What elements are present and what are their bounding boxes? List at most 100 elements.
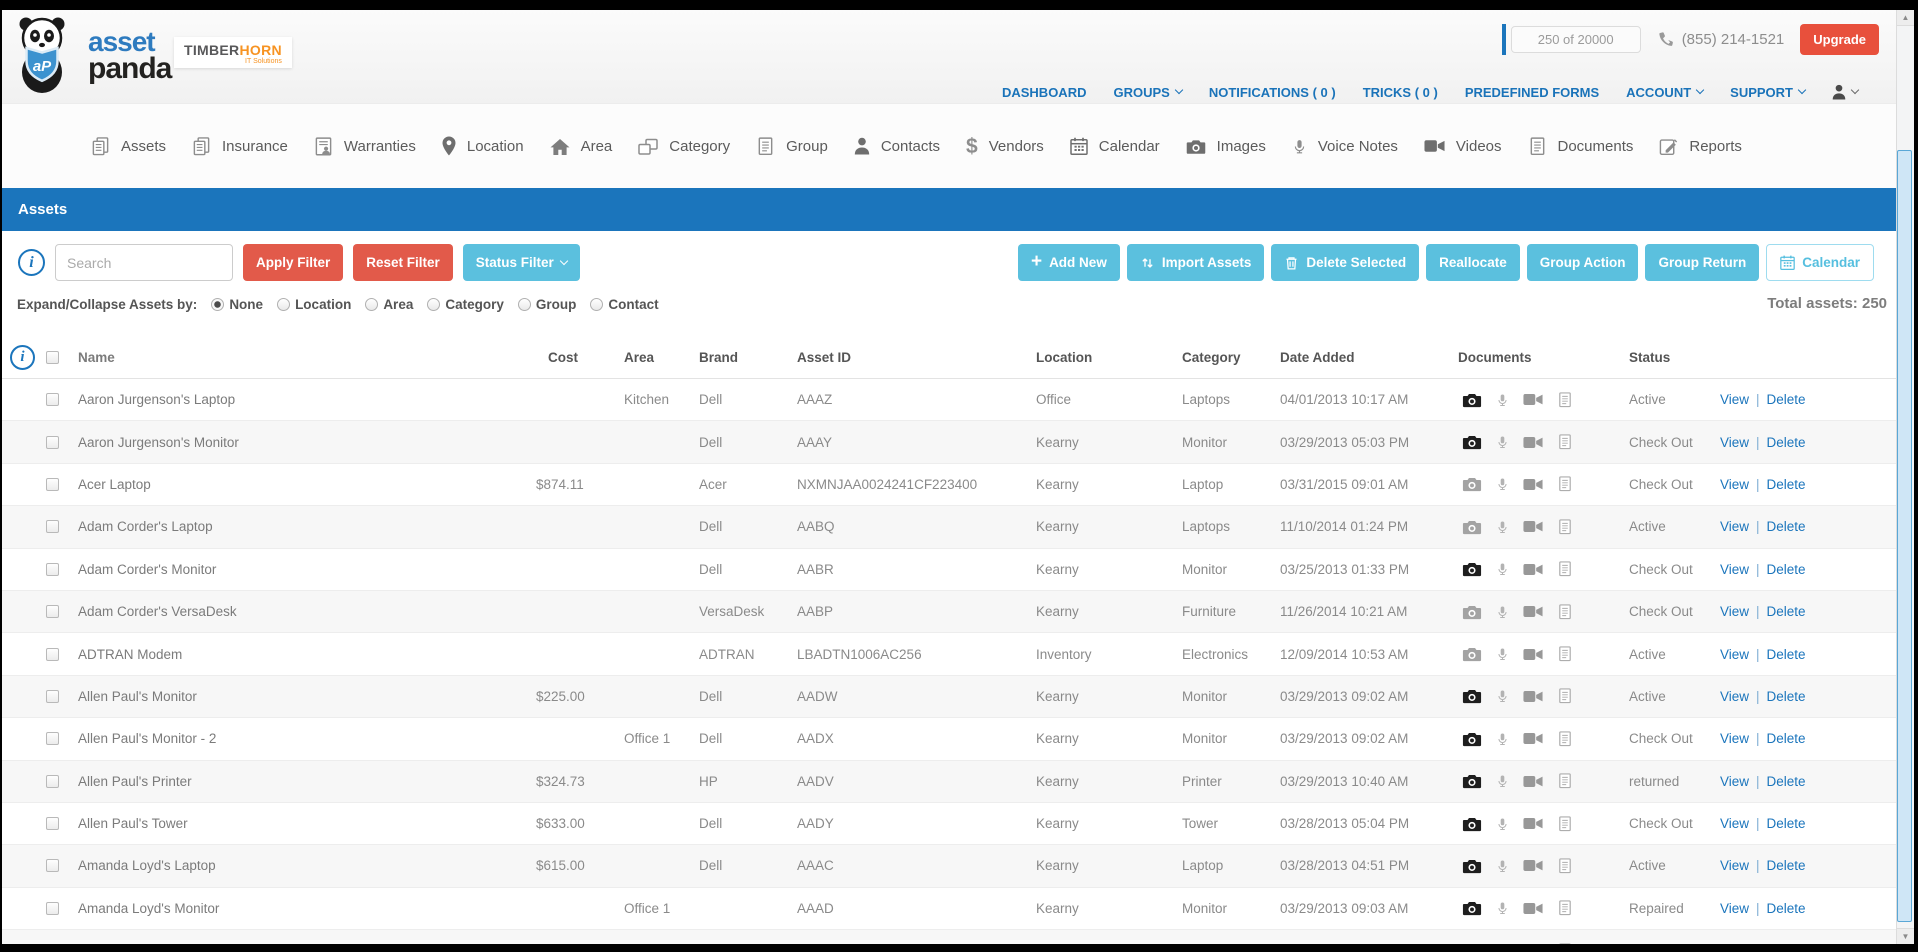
camera-icon[interactable]	[1462, 392, 1482, 408]
microphone-icon[interactable]	[1496, 730, 1509, 748]
upgrade-button[interactable]: Upgrade	[1800, 24, 1879, 55]
nav-predefined-forms[interactable]: PREDEFINED FORMS	[1465, 85, 1599, 100]
camera-icon[interactable]	[1462, 519, 1482, 535]
video-camera-icon[interactable]	[1523, 563, 1543, 576]
row-checkbox[interactable]	[46, 775, 59, 788]
view-link[interactable]: View	[1720, 519, 1749, 534]
tab-videos[interactable]: Videos	[1411, 138, 1515, 155]
delete-link[interactable]: Delete	[1767, 901, 1806, 916]
view-link[interactable]: View	[1720, 392, 1749, 407]
microphone-icon[interactable]	[1496, 815, 1509, 833]
row-checkbox[interactable]	[46, 393, 59, 406]
delete-link[interactable]: Delete	[1767, 604, 1806, 619]
delete-link[interactable]: Delete	[1767, 816, 1806, 831]
reset-filter-button[interactable]: Reset Filter	[353, 244, 453, 281]
document-icon[interactable]	[1557, 391, 1573, 409]
row-checkbox[interactable]	[46, 732, 59, 745]
tab-voice-notes[interactable]: Voice Notes	[1279, 137, 1411, 156]
status-filter-button[interactable]: Status Filter	[463, 244, 580, 281]
video-camera-icon[interactable]	[1523, 690, 1543, 703]
microphone-icon[interactable]	[1496, 391, 1509, 409]
microphone-icon[interactable]	[1496, 475, 1509, 493]
delete-link[interactable]: Delete	[1767, 774, 1806, 789]
document-icon[interactable]	[1557, 603, 1573, 621]
video-camera-icon[interactable]	[1523, 393, 1543, 406]
tab-category[interactable]: Category	[625, 138, 743, 155]
row-checkbox[interactable]	[46, 436, 59, 449]
group-action-button[interactable]: Group Action	[1527, 244, 1639, 281]
video-camera-icon[interactable]	[1523, 859, 1543, 872]
nav-groups[interactable]: GROUPS	[1113, 85, 1181, 100]
expand-radio-group[interactable]: Group	[518, 297, 577, 312]
expand-radio-location[interactable]: Location	[277, 297, 351, 312]
document-icon[interactable]	[1557, 772, 1573, 790]
row-checkbox[interactable]	[46, 605, 59, 618]
video-camera-icon[interactable]	[1523, 605, 1543, 618]
camera-icon[interactable]	[1462, 773, 1482, 789]
add-new-button[interactable]: +Add New	[1018, 244, 1120, 281]
row-checkbox[interactable]	[46, 563, 59, 576]
nav-tricks[interactable]: TRICKS ( 0 )	[1363, 85, 1438, 100]
delete-link[interactable]: Delete	[1767, 392, 1806, 407]
nav-account[interactable]: ACCOUNT	[1626, 85, 1703, 100]
info-icon[interactable]: i	[18, 249, 45, 276]
delete-link[interactable]: Delete	[1767, 689, 1806, 704]
microphone-icon[interactable]	[1496, 560, 1509, 578]
video-camera-icon[interactable]	[1523, 817, 1543, 830]
delete-link[interactable]: Delete	[1767, 731, 1806, 746]
group-return-button[interactable]: Group Return	[1645, 244, 1759, 281]
document-icon[interactable]	[1557, 730, 1573, 748]
vertical-scrollbar[interactable]: ▲ ▼	[1896, 10, 1914, 944]
camera-icon[interactable]	[1462, 646, 1482, 662]
asset-panda-logo[interactable]: aP asset panda	[12, 14, 171, 96]
delete-link[interactable]: Delete	[1767, 519, 1806, 534]
microphone-icon[interactable]	[1496, 772, 1509, 790]
tab-warranties[interactable]: Warranties	[301, 137, 429, 156]
view-link[interactable]: View	[1720, 901, 1749, 916]
camera-icon[interactable]	[1462, 731, 1482, 747]
camera-icon[interactable]	[1462, 943, 1482, 944]
delete-link[interactable]: Delete	[1767, 562, 1806, 577]
nav-dashboard[interactable]: DASHBOARD	[1002, 85, 1087, 100]
microphone-icon[interactable]	[1496, 899, 1509, 917]
row-checkbox[interactable]	[46, 520, 59, 533]
view-link[interactable]: View	[1720, 816, 1749, 831]
info-icon[interactable]: i	[10, 345, 35, 370]
select-all-checkbox[interactable]	[46, 351, 59, 364]
document-icon[interactable]	[1557, 899, 1573, 917]
tab-contacts[interactable]: Contacts	[841, 137, 953, 155]
delete-link[interactable]: Delete	[1767, 943, 1806, 944]
view-link[interactable]: View	[1720, 774, 1749, 789]
search-input[interactable]	[55, 244, 233, 281]
delete-link[interactable]: Delete	[1767, 647, 1806, 662]
row-checkbox[interactable]	[46, 859, 59, 872]
camera-icon[interactable]	[1462, 434, 1482, 450]
camera-icon[interactable]	[1462, 900, 1482, 916]
reallocate-button[interactable]: Reallocate	[1426, 244, 1520, 281]
scroll-down-button[interactable]: ▼	[1897, 928, 1914, 944]
tab-group[interactable]: Group	[743, 137, 841, 156]
video-camera-icon[interactable]	[1523, 478, 1543, 491]
row-checkbox[interactable]	[46, 817, 59, 830]
video-camera-icon[interactable]	[1523, 902, 1543, 915]
document-icon[interactable]	[1557, 645, 1573, 663]
video-camera-icon[interactable]	[1523, 436, 1543, 449]
document-icon[interactable]	[1557, 857, 1573, 875]
microphone-icon[interactable]	[1496, 518, 1509, 536]
document-icon[interactable]	[1557, 560, 1573, 578]
calendar-button[interactable]: Calendar	[1766, 244, 1874, 281]
tab-vendors[interactable]: $Vendors	[953, 136, 1057, 157]
tab-images[interactable]: Images	[1173, 138, 1279, 155]
view-link[interactable]: View	[1720, 858, 1749, 873]
user-menu[interactable]	[1832, 84, 1858, 100]
view-link[interactable]: View	[1720, 604, 1749, 619]
row-checkbox[interactable]	[46, 902, 59, 915]
view-link[interactable]: View	[1720, 562, 1749, 577]
camera-icon[interactable]	[1462, 858, 1482, 874]
expand-radio-area[interactable]: Area	[365, 297, 413, 312]
view-link[interactable]: View	[1720, 731, 1749, 746]
camera-icon[interactable]	[1462, 816, 1482, 832]
camera-icon[interactable]	[1462, 561, 1482, 577]
row-checkbox[interactable]	[46, 690, 59, 703]
document-icon[interactable]	[1557, 475, 1573, 493]
